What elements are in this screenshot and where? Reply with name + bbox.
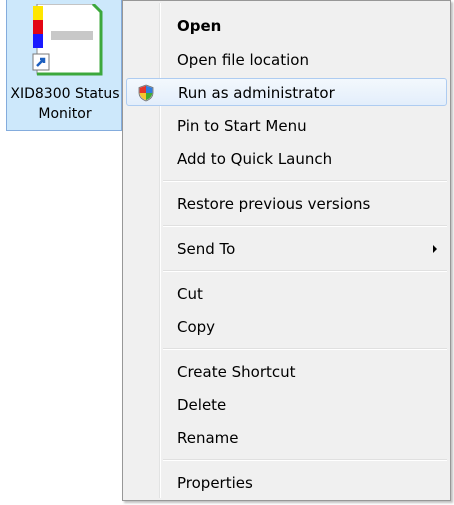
menu-item-open[interactable]: Open — [126, 12, 447, 40]
menu-item-label: Add to Quick Launch — [177, 150, 333, 168]
submenu-arrow-icon — [433, 245, 437, 253]
desktop: XID8300 Status Monitor Open Open file lo… — [0, 0, 454, 505]
menu-separator — [163, 270, 447, 272]
menu-item-label: Copy — [177, 318, 216, 336]
menu-item-label: Open — [177, 17, 222, 35]
menu-item-restore-previous-versions[interactable]: Restore previous versions — [126, 190, 447, 218]
context-menu: Open Open file location Run as administr… — [122, 0, 451, 501]
desktop-shortcut-icon[interactable]: XID8300 Status Monitor — [6, 0, 122, 131]
menu-item-properties[interactable]: Properties — [126, 469, 447, 497]
menu-item-create-shortcut[interactable]: Create Shortcut — [126, 358, 447, 386]
menu-separator — [163, 180, 447, 182]
shortcut-caption-line2: Monitor — [38, 106, 92, 122]
menu-item-send-to[interactable]: Send To — [126, 235, 447, 263]
menu-item-add-to-quick-launch[interactable]: Add to Quick Launch — [126, 145, 447, 173]
menu-item-label: Pin to Start Menu — [177, 117, 307, 135]
menu-item-label: Rename — [177, 429, 239, 447]
menu-item-label: Run as administrator — [178, 84, 335, 102]
menu-separator — [163, 459, 447, 461]
menu-separator — [163, 348, 447, 350]
menu-item-label: Create Shortcut — [177, 363, 296, 381]
menu-item-label: Restore previous versions — [177, 195, 371, 213]
menu-item-cut[interactable]: Cut — [126, 280, 447, 308]
menu-item-label: Cut — [177, 285, 203, 303]
uac-shield-icon — [138, 84, 154, 102]
menu-item-label: Delete — [177, 396, 227, 414]
menu-item-run-as-administrator[interactable]: Run as administrator — [126, 78, 447, 106]
menu-item-label: Open file location — [177, 51, 309, 69]
menu-item-label: Properties — [177, 474, 253, 492]
menu-item-open-file-location[interactable]: Open file location — [126, 46, 447, 74]
menu-item-pin-to-start-menu[interactable]: Pin to Start Menu — [126, 112, 447, 140]
application-file-icon — [32, 4, 103, 76]
menu-item-label: Send To — [177, 240, 236, 258]
menu-item-delete[interactable]: Delete — [126, 391, 447, 419]
shortcut-caption: XID8300 Status Monitor — [7, 84, 123, 124]
menu-separator — [163, 225, 447, 227]
shortcut-caption-line1: XID8300 Status — [10, 86, 120, 102]
menu-item-copy[interactable]: Copy — [126, 313, 447, 341]
menu-item-rename[interactable]: Rename — [126, 424, 447, 452]
